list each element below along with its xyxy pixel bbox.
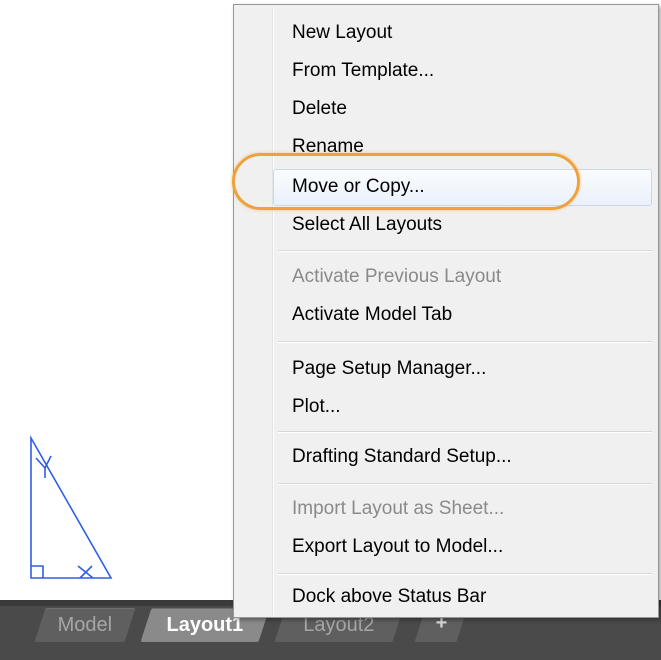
tab-model-label: Model [57,614,113,636]
menu-item-import-layout-as-sheet: Import Layout as Sheet... [292,498,505,519]
menu-separator [278,483,652,485]
menu-item-select-all-layouts[interactable]: Select All Layouts [292,207,442,243]
layout-context-menu: New Layout From Template... Delete Renam… [233,4,659,618]
right-angle-marker [31,565,44,578]
menu-item-page-setup-manager[interactable]: Page Setup Manager... [292,351,486,387]
menu-item-drafting-standard-setup[interactable]: Drafting Standard Setup... [292,439,512,475]
tab-model[interactable]: Model [34,608,136,642]
menu-item-activate-model-tab[interactable]: Activate Model Tab [292,297,452,333]
menu-item-activate-previous-layout: Activate Previous Layout [292,266,502,287]
angle-mark-top [35,455,52,470]
menu-item-from-template[interactable]: From Template... [292,53,434,89]
menu-separator [278,341,652,343]
menu-item-new-layout[interactable]: New Layout [292,15,392,51]
triangle-outline [30,434,113,579]
menu-item-delete[interactable]: Delete [292,91,347,127]
menu-separator [278,573,652,575]
menu-icon-gutter [272,7,274,615]
menu-separator [278,431,652,433]
menu-separator [278,250,652,252]
menu-item-plot[interactable]: Plot... [292,389,341,425]
menu-item-dock-above-status-bar[interactable]: Dock above Status Bar [292,579,486,615]
highlight-annotation-ring [232,153,580,210]
menu-item-export-layout-to-model[interactable]: Export Layout to Model... [292,529,503,565]
